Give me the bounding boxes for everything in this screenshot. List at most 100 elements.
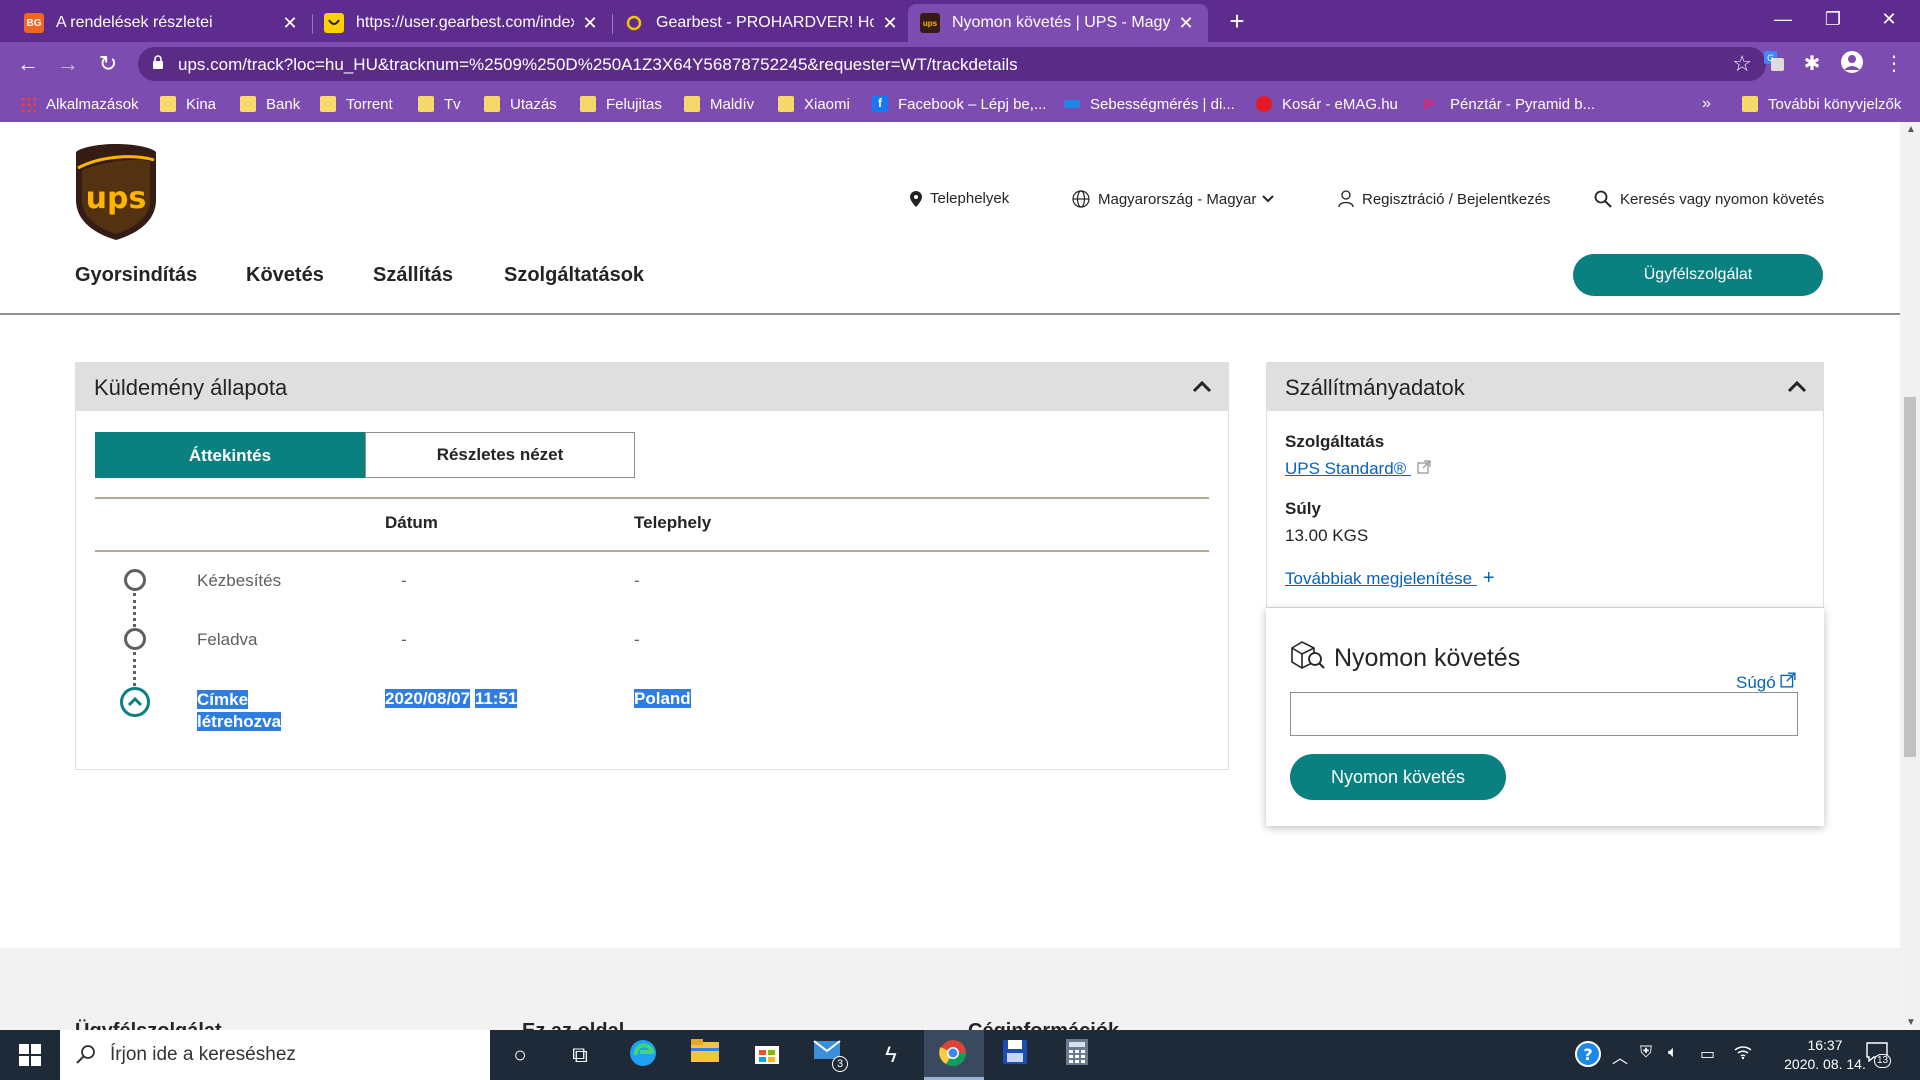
show-more-link[interactable]: Továbbiak megjelenítése + — [1285, 567, 1495, 590]
shipment-details-card: Szállítmányadatok Szolgáltatás UPS Stand… — [1266, 362, 1824, 608]
new-tab-plus-icon[interactable]: + — [1222, 6, 1252, 37]
service-link[interactable]: UPS Standard® — [1285, 459, 1431, 479]
speedtest-icon — [1064, 100, 1080, 108]
browser-tab[interactable]: Gearbest - PROHARDVER! Hozzá ✕ — [612, 4, 912, 42]
ups-logo[interactable]: ups — [74, 142, 158, 242]
reload-icon[interactable]: ↻ — [94, 50, 122, 78]
folder-icon — [320, 96, 336, 112]
taskbar-clock[interactable]: 16:37 2020. 08. 14. — [1780, 1036, 1870, 1074]
chrome-icon[interactable] — [936, 1038, 970, 1072]
scrollbar-thumb[interactable] — [1904, 397, 1916, 757]
overview-tab[interactable]: Áttekintés — [95, 432, 365, 478]
bookmark-folder[interactable]: Felujitas — [580, 94, 662, 114]
bookmarks-overflow-chevron[interactable]: » — [1702, 94, 1711, 114]
bookmark-folder[interactable]: Bank — [240, 94, 300, 114]
scroll-down-arrow-icon[interactable]: ▼ — [1906, 1017, 1916, 1028]
tab-title: A rendelések részletei — [56, 14, 213, 31]
floppy-save-app-icon[interactable] — [998, 1038, 1032, 1072]
taskbar-search-box[interactable]: Írjon ide a kereséshez — [60, 1030, 490, 1080]
search-link[interactable]: Keresés vagy nyomon követés — [1594, 190, 1824, 208]
row-status: Kézbesítés — [197, 571, 282, 590]
globe-icon — [1072, 190, 1090, 208]
wifi-icon[interactable] — [1734, 1044, 1752, 1065]
back-arrow-icon[interactable]: ← — [14, 50, 42, 78]
security-tray-icon[interactable]: ⛨ — [1640, 1044, 1652, 1062]
close-icon[interactable]: ✕ — [280, 13, 300, 34]
minimize-icon[interactable]: — — [1760, 0, 1806, 38]
mail-icon[interactable]: 3 — [812, 1038, 848, 1072]
browser-tab[interactable]: https://user.gearbest.com/index# ✕ — [312, 4, 612, 42]
chevron-up-icon[interactable] — [1192, 377, 1212, 397]
bookmark-speedtest[interactable]: Sebességmérés | di... — [1064, 94, 1235, 114]
detailed-view-tab[interactable]: Részletes nézet — [365, 432, 635, 478]
bookmark-facebook[interactable]: f Facebook – Lépj be,... — [872, 94, 1046, 114]
nav-services[interactable]: Szolgáltatások — [504, 264, 644, 287]
bookmark-emag[interactable]: Kosár - eMAG.hu — [1256, 94, 1398, 114]
bookmark-folder[interactable]: Torrent — [320, 94, 393, 114]
footer-heading: Ügyfélszolgálat — [75, 1020, 222, 1030]
timeline-connector — [133, 593, 136, 627]
bookmark-folder[interactable]: Utazás — [484, 94, 557, 114]
track-button[interactable]: Nyomon követés — [1290, 754, 1506, 800]
nav-shipping[interactable]: Szállítás — [373, 264, 453, 287]
bookmark-folder[interactable]: Maldív — [684, 94, 754, 114]
package-search-icon — [1291, 641, 1325, 669]
extensions-puzzle-icon[interactable]: ✱ — [1798, 50, 1826, 78]
header-divider — [0, 313, 1900, 315]
bookmark-pyramid[interactable]: P Pénztár - Pyramid b... — [1424, 94, 1595, 114]
customer-service-button[interactable]: Ügyfélszolgálat — [1573, 254, 1823, 296]
column-header-date: Dátum — [385, 513, 438, 532]
tracking-number-input[interactable] — [1290, 692, 1798, 736]
current-date: 2020/08/07 — [385, 689, 471, 708]
folder-icon — [240, 96, 256, 112]
close-icon[interactable]: ✕ — [580, 13, 600, 34]
browser-tab-active[interactable]: ups Nyomon követés | UPS - Magyar ✕ — [908, 4, 1208, 42]
bookmark-folder[interactable]: Tv — [418, 94, 461, 114]
menu-kebab-icon[interactable]: ⋮ — [1880, 50, 1908, 78]
help-question-icon[interactable]: ? — [1574, 1040, 1602, 1073]
cortana-circle-icon[interactable]: ○ — [503, 1038, 537, 1072]
nav-quick-start[interactable]: Gyorsindítás — [75, 264, 197, 287]
window-close-icon[interactable]: ✕ — [1866, 0, 1912, 38]
nav-tracking[interactable]: Követés — [246, 264, 324, 287]
chevron-up-icon[interactable] — [1787, 377, 1807, 397]
locations-link[interactable]: Telephelyek — [910, 190, 1009, 207]
current-time: 11:51 — [474, 689, 518, 708]
other-bookmarks[interactable]: További könyvjelzők — [1742, 94, 1901, 114]
help-link[interactable]: Súgó — [1736, 672, 1796, 693]
scroll-up-arrow-icon[interactable]: ▲ — [1906, 124, 1916, 135]
calculator-icon[interactable] — [1060, 1038, 1094, 1072]
forward-arrow-icon[interactable]: → — [54, 50, 82, 78]
bookmark-folder[interactable]: Xiaomi — [778, 94, 850, 114]
start-button[interactable] — [0, 1030, 60, 1080]
microsoft-store-icon[interactable] — [750, 1038, 784, 1072]
address-bar[interactable]: ups.com/track?loc=hu_HU&tracknum=%2509%2… — [138, 47, 1766, 81]
shipment-details-header[interactable]: Szállítmányadatok — [1267, 363, 1823, 411]
restore-icon[interactable]: ❐ — [1810, 0, 1856, 38]
bookmark-apps[interactable]: Alkalmazások — [20, 94, 139, 114]
lightning-app-icon[interactable]: ϟ — [874, 1038, 908, 1072]
tray-overflow-chevron-icon[interactable]: ︿ — [1612, 1044, 1628, 1068]
bookmark-star-icon[interactable]: ☆ — [1732, 51, 1752, 77]
battery-icon[interactable]: ▭ — [1700, 1044, 1715, 1064]
card-title: Küldemény állapota — [94, 375, 288, 400]
notification-center-icon[interactable]: 13 — [1866, 1042, 1892, 1068]
task-view-icon[interactable]: ⧉ — [563, 1038, 597, 1072]
edge-browser-icon[interactable] — [626, 1038, 660, 1072]
translate-extension-icon[interactable]: G — [1760, 50, 1788, 78]
file-explorer-icon[interactable] — [688, 1038, 722, 1072]
login-link[interactable]: Regisztráció / Bejelentkezés — [1338, 190, 1550, 208]
bookmark-label: Kina — [186, 95, 217, 113]
browser-tab[interactable]: BG A rendelések részletei ✕ — [12, 4, 312, 42]
track-title: Nyomon követés — [1334, 644, 1521, 672]
bookmark-label: Bank — [266, 95, 301, 113]
page-scrollbar[interactable]: ▲ ▼ — [1900, 122, 1920, 1030]
language-selector[interactable]: Magyarország - Magyar — [1072, 190, 1275, 208]
bookmark-folder[interactable]: Kina — [160, 94, 216, 114]
shipment-status-header[interactable]: Küldemény állapota — [76, 363, 1228, 411]
close-icon[interactable]: ✕ — [1176, 13, 1196, 34]
close-icon[interactable]: ✕ — [880, 13, 900, 34]
volume-icon[interactable]: 🔈︎ — [1668, 1044, 1678, 1062]
profile-avatar-icon[interactable] — [1838, 50, 1866, 78]
bookmark-label: Facebook – Lépj be,... — [898, 95, 1047, 113]
